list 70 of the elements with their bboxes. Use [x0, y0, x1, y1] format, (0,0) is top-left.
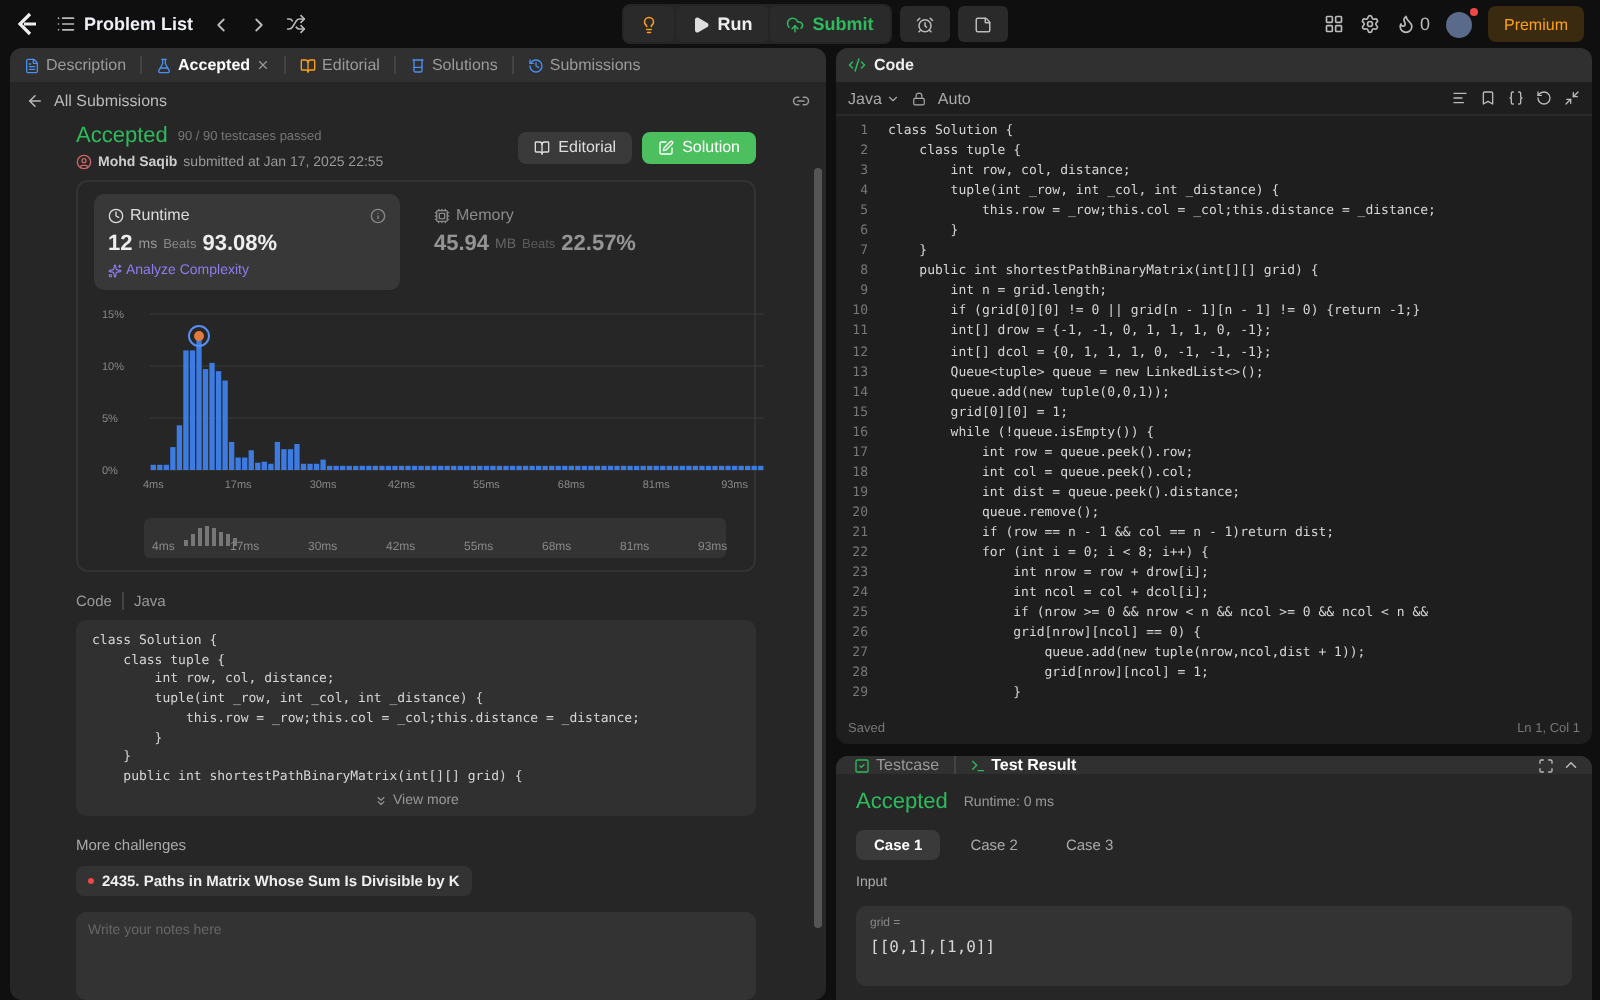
beaker-icon — [409, 57, 426, 73]
document-icon — [24, 57, 40, 73]
stat-label: Runtime — [130, 206, 190, 224]
panel-tab[interactable]: Editorial — [294, 56, 386, 74]
note-icon — [973, 15, 992, 33]
align-left-icon[interactable] — [1452, 90, 1468, 106]
panel-tab[interactable]: Description — [18, 56, 133, 74]
beats-percent: 93.08% — [202, 232, 278, 256]
language-select[interactable]: Java — [848, 89, 900, 107]
submit-button[interactable]: Submit — [770, 6, 890, 42]
user-icon — [76, 154, 92, 170]
undo-icon[interactable] — [1536, 90, 1552, 106]
bookmark-icon[interactable] — [1480, 90, 1496, 106]
checkbox-icon — [854, 757, 870, 773]
book-icon — [300, 57, 317, 73]
grid-icon[interactable] — [1323, 14, 1344, 34]
clock-icon — [108, 207, 124, 223]
stat-value: 45.94 — [434, 232, 490, 256]
chip-icon — [434, 207, 450, 223]
panel-tab[interactable]: Test Result — [963, 756, 1083, 774]
back-arrow-icon[interactable] — [26, 92, 44, 110]
edit-icon — [658, 139, 675, 155]
all-submissions-link[interactable]: All Submissions — [54, 92, 167, 110]
logo[interactable] — [16, 11, 40, 37]
close-icon[interactable] — [256, 58, 271, 72]
stat-value: 12 — [108, 232, 133, 256]
alarm-clock-icon — [915, 15, 934, 33]
panel-tab[interactable]: Testcase — [848, 756, 946, 774]
submission-status: Accepted — [76, 124, 168, 148]
panel-tab[interactable]: Accepted — [150, 56, 277, 74]
panel-title: Code — [874, 56, 914, 74]
link-icon[interactable] — [792, 92, 810, 110]
history-icon — [527, 57, 544, 73]
result-status: Accepted — [856, 790, 948, 814]
streak-count: 0 — [1419, 14, 1430, 34]
chevron-up-icon[interactable] — [1562, 756, 1580, 774]
avatar[interactable] — [1445, 11, 1472, 37]
shuffle-icon[interactable] — [285, 14, 306, 34]
panel-tab[interactable]: Submissions — [521, 56, 647, 74]
book-icon — [534, 139, 551, 155]
terminal-icon — [969, 757, 986, 773]
timer-button[interactable] — [899, 6, 950, 42]
input-value: [[0,1],[1,0]] — [870, 938, 998, 958]
code-icon — [848, 56, 866, 74]
list-icon[interactable] — [56, 14, 76, 34]
play-icon — [691, 15, 710, 33]
debug-button[interactable] — [623, 6, 674, 42]
flame-icon — [1395, 14, 1416, 34]
mode-label: Auto — [937, 89, 971, 107]
stat-label: Memory — [456, 206, 514, 224]
selected-marker — [188, 325, 210, 347]
info-icon[interactable] — [370, 207, 386, 223]
panel-tab[interactable]: Solutions — [403, 56, 504, 74]
premium-button[interactable]: Premium — [1487, 6, 1584, 42]
run-button[interactable]: Run — [675, 6, 769, 42]
chevron-down-icon — [885, 91, 900, 105]
problem-list-link[interactable]: Problem List — [84, 14, 194, 34]
sparkle-icon — [108, 264, 122, 278]
beats-percent: 22.57% — [561, 232, 636, 256]
lock-icon — [911, 91, 926, 105]
settings-icon[interactable] — [1359, 14, 1380, 34]
maximize-icon[interactable] — [1538, 757, 1554, 773]
lightbulb-icon — [639, 15, 658, 33]
collapse-icon[interactable] — [1564, 90, 1580, 106]
double-chevron-icon — [373, 793, 388, 808]
cloud-upload-icon — [786, 15, 805, 33]
braces-icon[interactable] — [1508, 90, 1524, 106]
flask-icon — [156, 57, 173, 73]
notes-button[interactable] — [957, 6, 1008, 42]
editorial-button[interactable]: Editorial — [518, 131, 633, 163]
